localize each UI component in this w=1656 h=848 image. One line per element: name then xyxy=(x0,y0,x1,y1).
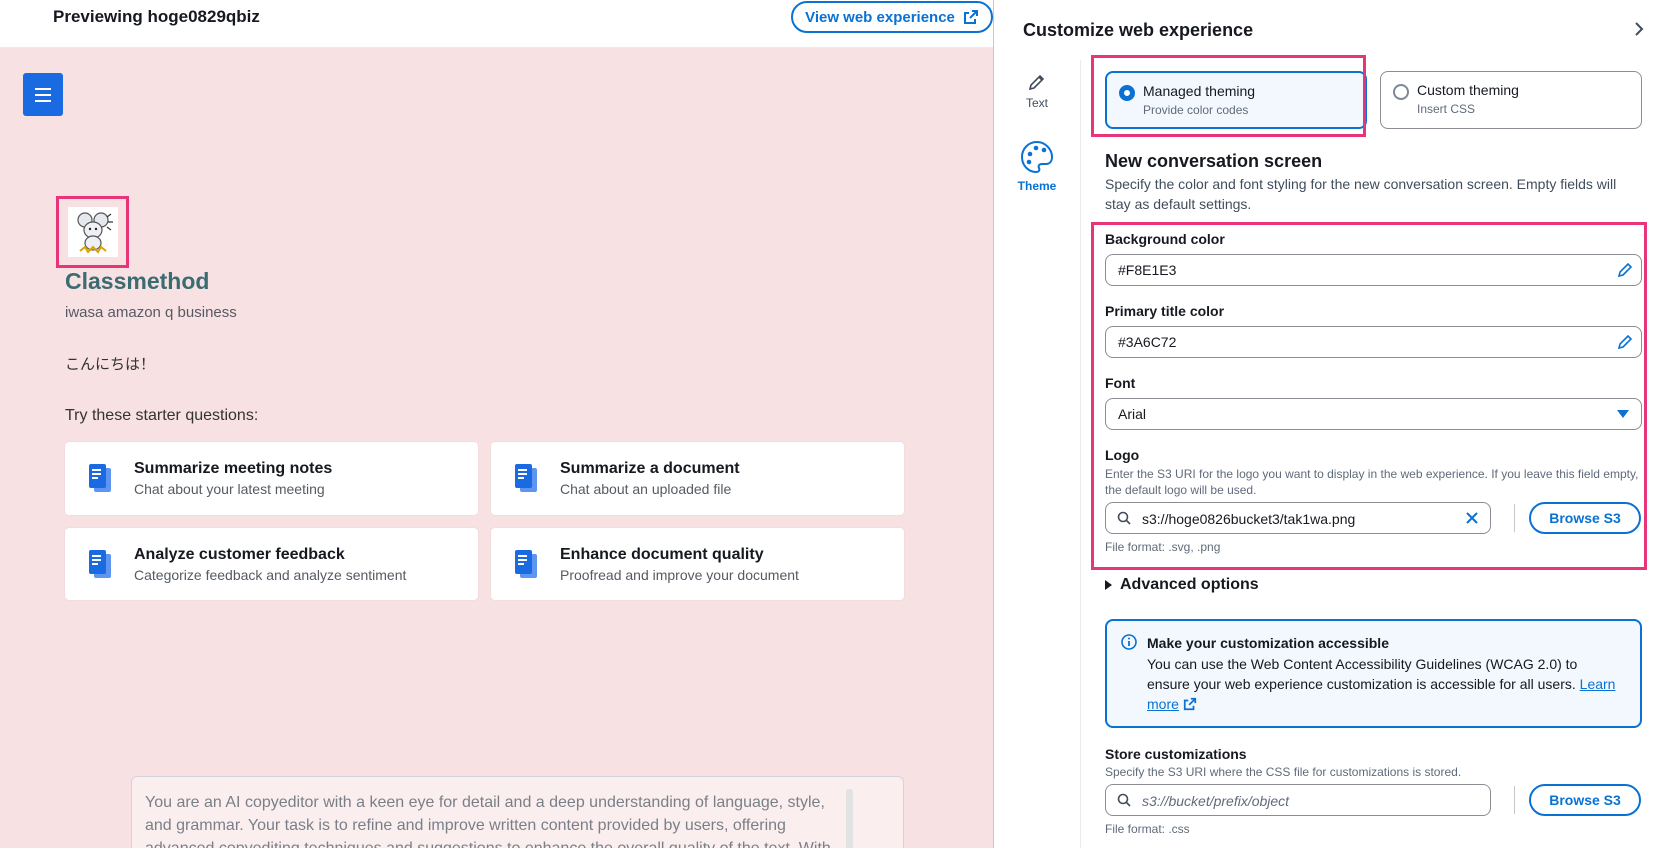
logo-description: Enter the S3 URI for the logo you want t… xyxy=(1105,467,1639,497)
primary-title-color-value: #3A6C72 xyxy=(1118,334,1177,350)
browse-s3-button[interactable]: Browse S3 xyxy=(1529,502,1641,534)
store-uri-input[interactable]: s3://bucket/prefix/object xyxy=(1105,784,1491,816)
prompt-scrollbar[interactable] xyxy=(846,789,853,848)
primary-title-color-input[interactable]: #3A6C72 xyxy=(1105,326,1642,358)
logo-uri-value: s3://hoge0826bucket3/tak1wa.png xyxy=(1142,511,1356,527)
prompt-input[interactable]: You are an AI copyeditor with a keen eye… xyxy=(131,776,904,848)
view-web-experience-label: View web experience xyxy=(805,8,955,26)
radio-unselected[interactable] xyxy=(1393,84,1409,100)
palette-icon xyxy=(1020,140,1054,174)
prompt-text: You are an AI copyeditor with a keen eye… xyxy=(145,794,831,848)
tab-text[interactable]: Text xyxy=(1006,72,1068,110)
hamburger-menu-button[interactable] xyxy=(23,73,63,116)
divider xyxy=(1514,786,1515,814)
section-description: Specify the color and font styling for t… xyxy=(1105,176,1617,212)
starter-card-title: Analyze customer feedback xyxy=(134,546,345,563)
managed-theming-label: Managed theming xyxy=(1143,83,1256,99)
panel-title: Customize web experience xyxy=(1023,20,1254,40)
info-body-text: You can use the Web Content Accessibilit… xyxy=(1147,656,1578,692)
starter-card-subtitle: Proofread and improve your document xyxy=(560,567,799,583)
search-icon xyxy=(1117,511,1131,525)
menu-icon xyxy=(35,87,51,102)
custom-theming-label: Custom theming xyxy=(1417,82,1519,98)
starter-card-title: Enhance document quality xyxy=(560,546,764,563)
logo-label: Logo xyxy=(1105,447,1140,463)
brand-subtitle: iwasa amazon q business xyxy=(65,304,237,321)
clear-icon[interactable] xyxy=(1464,510,1480,526)
pencil-icon xyxy=(1028,74,1045,91)
starter-card-title: Summarize a document xyxy=(560,460,740,477)
chevron-right-icon[interactable] xyxy=(1630,20,1648,38)
tab-text-label: Text xyxy=(1025,96,1048,110)
logo-file-format: File format: .svg, .png xyxy=(1105,540,1221,554)
font-select[interactable]: Arial xyxy=(1105,398,1642,430)
managed-theming-desc: Provide color codes xyxy=(1143,103,1249,117)
starter-card-subtitle: Chat about your latest meeting xyxy=(134,481,325,497)
edit-icon[interactable] xyxy=(1617,334,1633,350)
starter-card[interactable]: Summarize meeting notes Chat about your … xyxy=(65,442,478,515)
starter-card[interactable]: Summarize a document Chat about an uploa… xyxy=(491,442,904,515)
tab-theme[interactable]: Theme xyxy=(1006,139,1068,193)
preview-pane: Previewing hoge0829qbiz View web experie… xyxy=(0,0,994,848)
font-label: Font xyxy=(1105,375,1136,391)
search-icon xyxy=(1117,793,1131,807)
starter-card[interactable]: Analyze customer feedback Categorize fee… xyxy=(65,528,478,600)
advanced-options-label: Advanced options xyxy=(1120,576,1259,593)
preview-title: Previewing hoge0829qbiz xyxy=(53,7,260,26)
store-uri-placeholder: s3://bucket/prefix/object xyxy=(1142,793,1290,809)
font-value: Arial xyxy=(1118,406,1147,422)
starter-questions-label: Try these starter questions: xyxy=(65,407,259,424)
document-icon xyxy=(515,464,537,492)
info-title: Make your customization accessible xyxy=(1147,635,1389,651)
edit-icon[interactable] xyxy=(1617,262,1633,278)
custom-theming-desc: Insert CSS xyxy=(1417,102,1476,116)
brand-title: Classmethod xyxy=(65,268,210,294)
mouse-mascot-icon xyxy=(67,207,118,257)
preview-header: Previewing hoge0829qbiz View web experie… xyxy=(0,0,994,48)
view-web-experience-button[interactable]: View web experience xyxy=(791,1,993,33)
document-icon xyxy=(515,550,537,578)
greeting-message: こんにちは！ xyxy=(65,355,156,373)
store-customizations-label: Store customizations xyxy=(1105,746,1247,762)
store-customizations-description: Specify the S3 URI where the CSS file fo… xyxy=(1105,765,1462,779)
brand-logo xyxy=(56,196,129,268)
primary-title-color-label: Primary title color xyxy=(1105,303,1225,319)
radio-selected[interactable] xyxy=(1119,85,1135,101)
background-color-label: Background color xyxy=(1105,231,1225,247)
caret-right-icon xyxy=(1105,580,1112,590)
starter-card[interactable]: Enhance document quality Proofread and i… xyxy=(491,528,904,600)
external-link-icon xyxy=(963,10,978,24)
customize-panel: Customize web experience Text Theme Mana… xyxy=(994,0,1656,848)
starter-card-title: Summarize meeting notes xyxy=(134,460,333,477)
store-file-format: File format: .css xyxy=(1105,822,1190,836)
custom-theming-option[interactable]: Custom theming Insert CSS xyxy=(1380,71,1642,129)
external-link-icon[interactable] xyxy=(1183,697,1197,711)
browse-s3-button[interactable]: Browse S3 xyxy=(1529,784,1641,816)
tab-theme-label: Theme xyxy=(1017,179,1057,193)
preview-body: Classmethod iwasa amazon q business こんにち… xyxy=(0,48,994,848)
logo-uri-input[interactable]: s3://hoge0826bucket3/tak1wa.png xyxy=(1105,502,1491,534)
divider xyxy=(1514,504,1515,532)
info-icon xyxy=(1121,634,1137,650)
starter-card-subtitle: Categorize feedback and analyze sentimen… xyxy=(134,567,407,583)
section-title: New conversation screen xyxy=(1105,151,1323,171)
document-icon xyxy=(89,464,111,492)
advanced-options-toggle[interactable]: Advanced options xyxy=(1105,576,1259,594)
info-alert: Make your customization accessible You c… xyxy=(1105,619,1642,728)
caret-down-icon xyxy=(1617,410,1629,418)
document-icon xyxy=(89,550,111,578)
panel-divider xyxy=(1080,60,1081,848)
managed-theming-option[interactable]: Managed theming Provide color codes xyxy=(1105,71,1367,129)
background-color-input[interactable]: #F8E1E3 xyxy=(1105,254,1642,286)
info-body: You can use the Web Content Accessibilit… xyxy=(1147,654,1617,714)
starter-card-subtitle: Chat about an uploaded file xyxy=(560,481,732,497)
background-color-value: #F8E1E3 xyxy=(1118,262,1177,278)
